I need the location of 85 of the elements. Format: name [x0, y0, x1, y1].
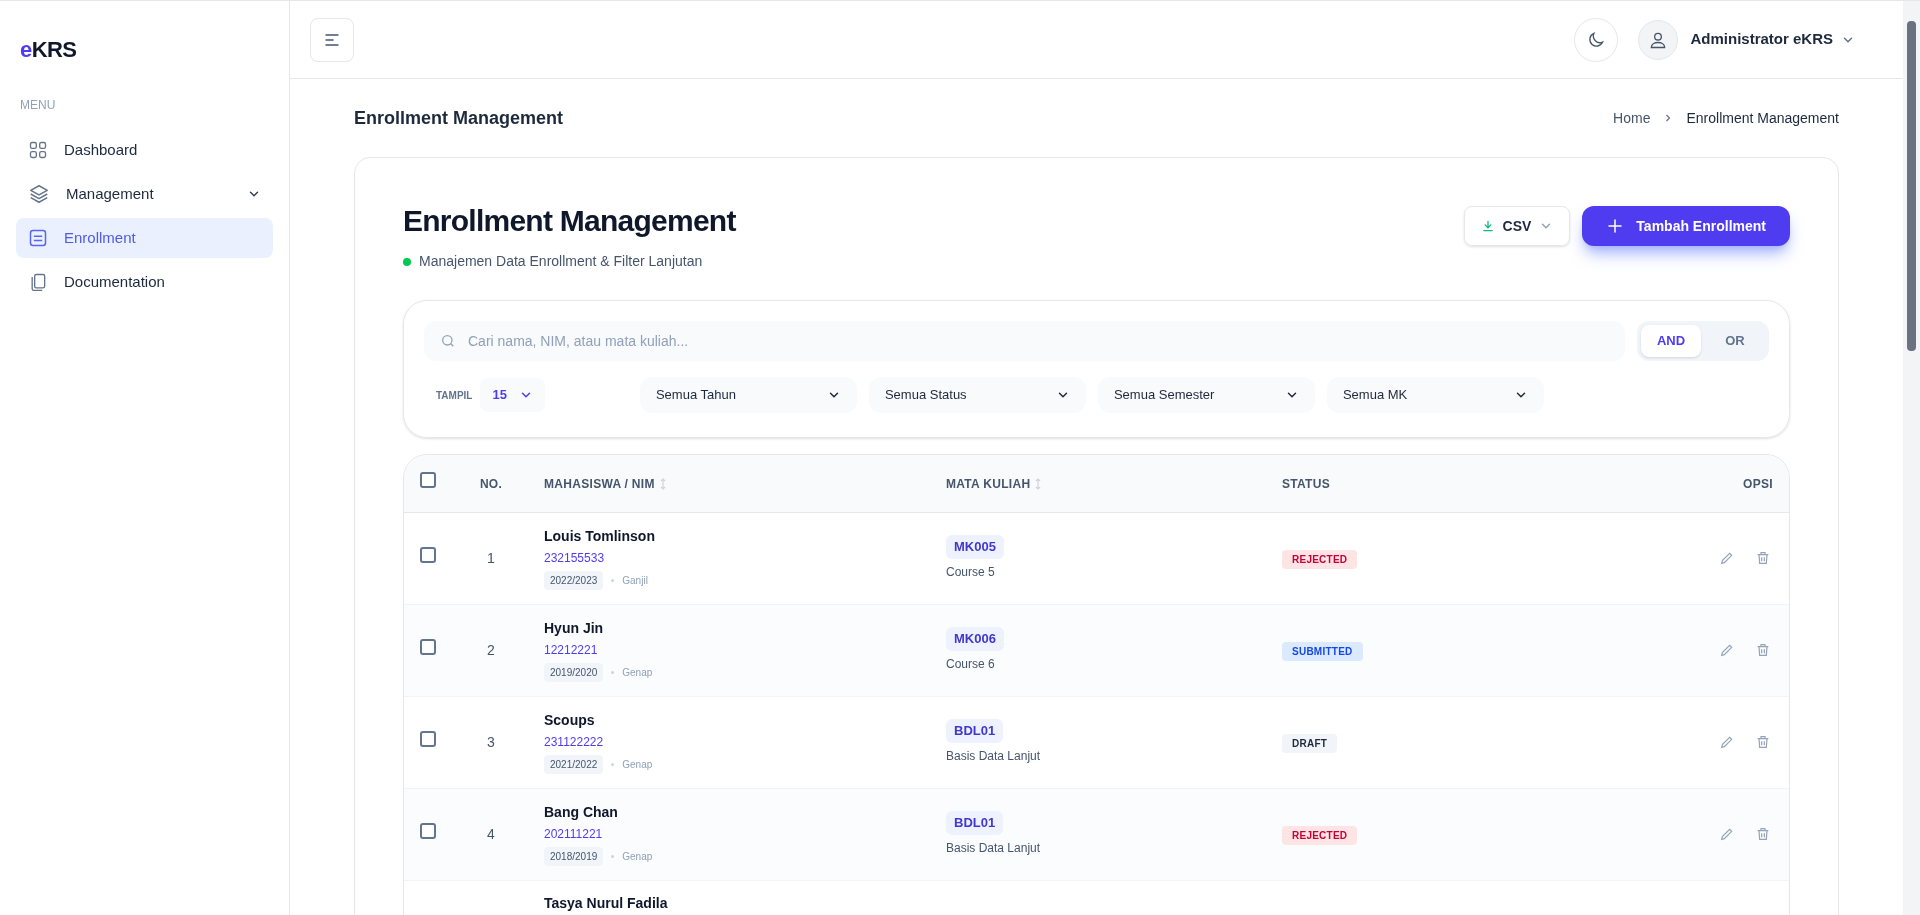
semester-label: Ganjil: [622, 574, 648, 588]
filter-select[interactable]: Semua Status: [868, 377, 1086, 413]
search-icon: [440, 333, 456, 349]
status-badge: DRAFT: [1282, 734, 1338, 753]
row-checkbox[interactable]: [420, 731, 436, 747]
moon-icon: [1586, 29, 1607, 50]
academic-year-tag: 2018/2019: [544, 847, 604, 866]
logic-option-button[interactable]: AND: [1641, 325, 1701, 357]
academic-year-tag: 2021/2022: [544, 755, 604, 774]
status-badge: REJECTED: [1282, 550, 1358, 569]
page-title: Enrollment Management: [354, 106, 564, 130]
csv-export-button[interactable]: CSV: [1463, 206, 1571, 246]
row-checkbox[interactable]: [420, 547, 436, 563]
sidebar-item[interactable]: Enrollment: [16, 218, 273, 258]
academic-year-tag: 2022/2023: [544, 571, 604, 590]
student-name: Louis Tomlinson: [544, 527, 656, 546]
student-name: Tasya Nurul Fadila: [544, 893, 669, 913]
grid-icon: [28, 140, 48, 160]
card-subtitle: Manajemen Data Enrollment & Filter Lanjutan: [419, 252, 703, 271]
course-code-badge: MK006: [946, 627, 1004, 651]
trash-icon: [1755, 734, 1771, 750]
student-nim[interactable]: 12212221: [544, 641, 930, 659]
logic-option-button[interactable]: OR: [1705, 325, 1765, 357]
card-title: Enrollment Management: [403, 203, 736, 239]
semester-label: Genap: [622, 666, 653, 680]
sidebar-item[interactable]: Management: [16, 174, 273, 214]
sort-icon: [1034, 478, 1043, 491]
scrollbar[interactable]: [1903, 1, 1920, 915]
student-nim[interactable]: 232155533: [544, 549, 930, 567]
course-code-badge: MK005: [946, 535, 1004, 559]
pencil-icon: [1719, 550, 1735, 566]
pencil-icon: [1719, 734, 1735, 750]
semester-label: Genap: [622, 850, 653, 864]
menu-section-label: MENU: [20, 97, 57, 114]
student-nim[interactable]: 231122222: [544, 733, 930, 751]
course-name: Course 5: [946, 563, 995, 581]
student-name: Bang Chan: [544, 803, 619, 822]
course-code-badge: BDL01: [946, 719, 1004, 743]
filter-select[interactable]: Semua Tahun: [639, 377, 857, 413]
select-all-checkbox[interactable]: [420, 472, 436, 489]
column-header[interactable]: MAHASISWA / NIM: [544, 475, 667, 494]
column-header: NO.: [479, 476, 503, 494]
breadcrumb-link[interactable]: Home: [1613, 107, 1651, 129]
add-enrollment-button[interactable]: Tambah Enrollment: [1582, 206, 1790, 246]
sort-icon: [658, 478, 667, 491]
page-size-select[interactable]: 15: [480, 378, 545, 412]
menu-toggle-button[interactable]: [310, 17, 354, 62]
column-header: STATUS: [1282, 476, 1331, 494]
academic-year-tag: 2019/2020: [544, 663, 604, 682]
row-number: 2: [487, 642, 495, 658]
column-header[interactable]: MATA KULIAH: [946, 475, 1043, 494]
row-number: 4: [487, 826, 495, 842]
status-badge: REJECTED: [1282, 826, 1358, 845]
trash-icon: [1755, 550, 1771, 566]
breadcrumb-current: Enrollment Management: [1686, 108, 1839, 128]
trash-icon: [1755, 642, 1771, 658]
sidebar-item[interactable]: Documentation: [16, 262, 273, 302]
pencil-icon: [1719, 642, 1735, 658]
row-number: 3: [487, 734, 495, 750]
course-code-badge: BDL01: [946, 811, 1004, 835]
app-logo: eKRS: [20, 36, 78, 64]
status-badge: SUBMITTED: [1282, 642, 1363, 661]
row-number: 1: [487, 550, 495, 566]
plus-icon: [1606, 217, 1625, 235]
user-menu-button[interactable]: Administrator eKRS: [1690, 28, 1855, 51]
student-name: Scoups: [544, 711, 596, 730]
course-name: Basis Data Lanjut: [946, 839, 1041, 857]
semester-label: Genap: [622, 758, 653, 772]
page-size-label: TAMPIL: [436, 388, 473, 403]
row-checkbox[interactable]: [420, 639, 436, 655]
layers-icon: [28, 183, 50, 205]
filter-select[interactable]: Semua MK: [1326, 377, 1544, 413]
row-checkbox[interactable]: [420, 823, 436, 839]
course-name: Basis Data Lanjut: [946, 747, 1041, 765]
filter-select[interactable]: Semua Semester: [1097, 377, 1315, 413]
trash-icon: [1755, 826, 1771, 842]
search-field[interactable]: Cari nama, NIM, atau mata kuliah...: [424, 321, 1625, 361]
pencil-icon: [1719, 826, 1735, 842]
column-header: OPSI: [1743, 476, 1773, 494]
sidebar-item[interactable]: Dashboard: [16, 130, 273, 170]
student-name: Hyun Jin: [544, 619, 605, 638]
document-icon: [28, 228, 48, 248]
download-icon: [1480, 219, 1495, 233]
course-name: Course 6: [946, 655, 995, 673]
student-nim[interactable]: 202111221: [544, 825, 930, 843]
